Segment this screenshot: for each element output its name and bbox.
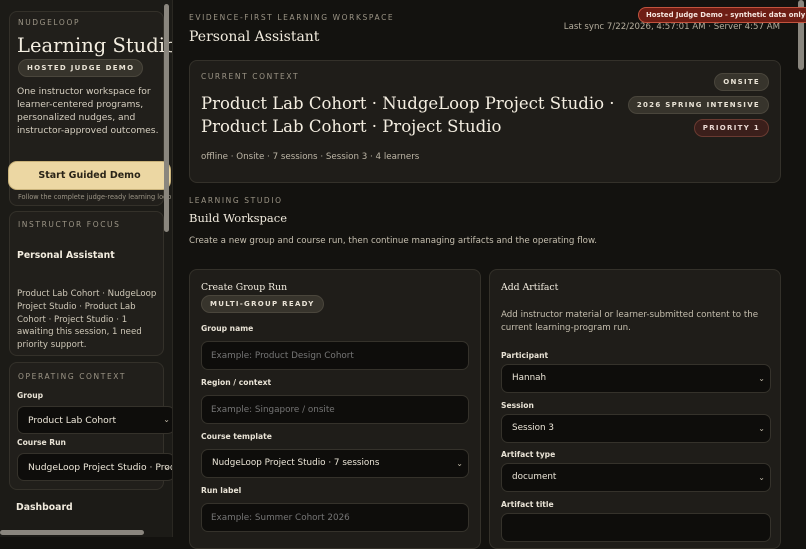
- chevron-down-icon: ⌄: [163, 415, 170, 424]
- start-guided-demo-button[interactable]: Start Guided Demo: [9, 162, 170, 189]
- participant-label: Participant: [501, 351, 549, 360]
- course-template-select[interactable]: NudgeLoop Project Studio · 7 sessions ⌄: [201, 449, 469, 478]
- add-artifact-description: Add instructor material or learner-submi…: [501, 310, 759, 333]
- group-name-input[interactable]: [201, 341, 469, 370]
- region-label: Region / context: [201, 378, 272, 387]
- participant-value: Hannah: [512, 373, 547, 383]
- sidebar: NUDGELOOP Learning Studio HOSTED JUDGE D…: [0, 0, 173, 537]
- chevron-down-icon: ⌄: [758, 424, 765, 433]
- workspace-eyebrow: LEARNING STUDIO: [189, 196, 283, 205]
- hosted-demo-pill: HOSTED JUDGE DEMO: [18, 59, 144, 77]
- context-title: Product Lab Cohort · NudgeLoop Project S…: [201, 94, 615, 136]
- course-template-value: NudgeLoop Project Studio · 7 sessions: [212, 458, 380, 468]
- group-name-label: Group name: [201, 324, 254, 333]
- workspace-description: Create a new group and course run, then …: [189, 236, 598, 246]
- context-meta: offline · Onsite · 7 sessions · Session …: [201, 152, 420, 162]
- brand-description: One instructor workspace for learner-cen…: [17, 86, 159, 136]
- region-input[interactable]: [201, 395, 469, 424]
- ops-eyebrow: OPERATING CONTEXT: [18, 372, 127, 381]
- artifact-title-input[interactable]: [501, 513, 771, 542]
- sidebar-scrollbar[interactable]: [164, 4, 169, 232]
- artifact-type-select[interactable]: document ⌄: [501, 463, 771, 492]
- group-select[interactable]: Product Lab Cohort ⌄: [17, 406, 172, 434]
- sync-status: Last sync 7/22/2026, 4:57:01 AM · Server…: [563, 22, 780, 32]
- brand-eyebrow: NUDGELOOP: [18, 18, 81, 27]
- badge-onsite: ONSITE: [714, 73, 769, 91]
- badge-priority: PRIORITY 1: [693, 119, 769, 137]
- main-content: EVIDENCE-FIRST LEARNING WORKSPACE Person…: [172, 0, 806, 549]
- page-title: Personal Assistant: [189, 29, 320, 45]
- badge-term: 2026 SPRING INTENSIVE: [627, 96, 769, 114]
- workspace-title: Build Workspace: [189, 211, 288, 225]
- artifact-type-value: document: [512, 472, 557, 482]
- group-select-value: Product Lab Cohort: [28, 415, 117, 426]
- artifact-type-label: Artifact type: [501, 450, 556, 459]
- course-run-select[interactable]: NudgeLoop Project Studio · Product Lab C…: [17, 453, 172, 481]
- chevron-down-icon: ⌄: [163, 462, 170, 471]
- chevron-down-icon: ⌄: [456, 459, 463, 468]
- session-label: Session: [501, 401, 534, 410]
- chevron-down-icon: ⌄: [758, 374, 765, 383]
- hosted-demo-badge: Hosted Judge Demo - synthetic data only: [638, 7, 806, 23]
- session-select[interactable]: Session 3 ⌄: [501, 414, 771, 443]
- operating-context-card: OPERATING CONTEXT Group Product Lab Coho…: [9, 362, 172, 490]
- brand-title: Learning Studio: [17, 34, 173, 57]
- artifact-title-label: Artifact title: [501, 500, 554, 509]
- run-label-input[interactable]: [201, 503, 469, 532]
- multi-group-pill: MULTI-GROUP READY: [201, 295, 324, 313]
- focus-eyebrow: INSTRUCTOR FOCUS: [18, 220, 121, 229]
- nav-dashboard[interactable]: Dashboard: [16, 502, 73, 513]
- focus-summary: Product Lab Cohort · NudgeLoop Project S…: [17, 289, 157, 351]
- session-value: Session 3: [512, 423, 554, 433]
- group-label: Group: [17, 391, 44, 400]
- course-run-label: Course Run: [17, 438, 66, 447]
- guided-demo-subtext: Follow the complete judge-ready learning…: [18, 193, 172, 201]
- create-group-run-card: Create Group Run MULTI-GROUP READY Group…: [189, 269, 481, 549]
- context-eyebrow: CURRENT CONTEXT: [201, 72, 300, 81]
- add-artifact-title: Add Artifact: [501, 282, 559, 293]
- focus-title: Personal Assistant: [17, 250, 115, 261]
- chevron-down-icon: ⌄: [758, 473, 765, 482]
- instructor-focus-card: INSTRUCTOR FOCUS Personal Assistant Prod…: [9, 211, 164, 356]
- add-artifact-card: Add Artifact Add instructor material or …: [489, 269, 781, 549]
- create-group-run-title: Create Group Run: [201, 282, 288, 293]
- horizontal-scrollbar[interactable]: [0, 530, 144, 535]
- participant-select[interactable]: Hannah ⌄: [501, 364, 771, 393]
- current-context-card: CURRENT CONTEXT Product Lab Cohort · Nud…: [189, 60, 781, 183]
- page-eyebrow: EVIDENCE-FIRST LEARNING WORKSPACE: [189, 13, 395, 22]
- run-label-label: Run label: [201, 486, 242, 495]
- course-template-label: Course template: [201, 432, 272, 441]
- course-run-select-value: NudgeLoop Project Studio · Product Lab C…: [28, 462, 172, 473]
